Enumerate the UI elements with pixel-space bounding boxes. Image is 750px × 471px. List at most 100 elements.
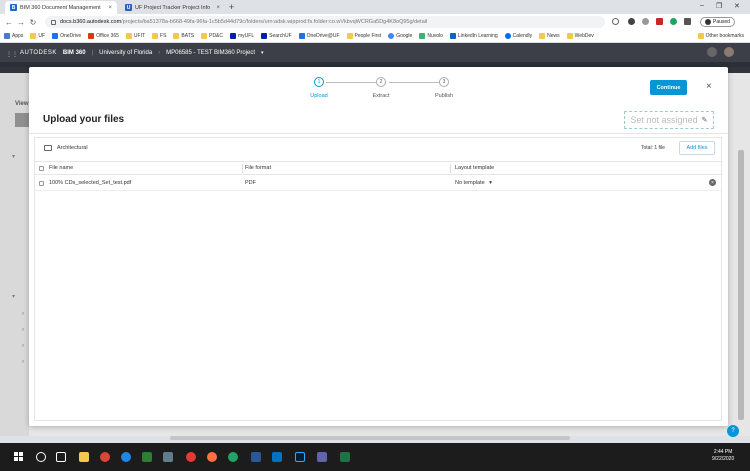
file-explorer-icon[interactable]	[79, 452, 89, 462]
step-publish[interactable]: 3	[439, 77, 449, 87]
folder-icon	[201, 33, 208, 39]
bookmark-item[interactable]: People First	[346, 33, 381, 39]
close-tab-icon[interactable]: ×	[216, 5, 220, 11]
excel-icon[interactable]	[340, 452, 350, 462]
table-row[interactable]: 100% CDs_selected_Set_test.pdf PDF No te…	[35, 176, 721, 191]
bookmark-item[interactable]: OneDrive@UF	[298, 33, 340, 39]
bookmark-item[interactable]: SearchUF	[261, 33, 292, 39]
edge-icon[interactable]	[121, 452, 131, 462]
tab-uf-tracker[interactable]: U UF Project Tracker Project Info ×	[120, 1, 225, 14]
task-view-icon[interactable]	[56, 452, 66, 462]
add-files-button[interactable]: Add files	[679, 141, 715, 155]
app-icon[interactable]	[142, 452, 152, 462]
step-extract-label: Extract	[372, 93, 390, 99]
folder-icon	[346, 33, 353, 39]
close-tab-icon[interactable]: ×	[108, 5, 112, 11]
apps-icon	[4, 33, 10, 39]
window-close-icon[interactable]: ✕	[734, 2, 740, 10]
org-name[interactable]: University of Florida	[99, 50, 152, 56]
teams-icon[interactable]	[317, 452, 327, 462]
upload-dialog: 1 2 3 Upload Extract Publish Continue × …	[29, 67, 728, 426]
reload-icon[interactable]: ↻	[27, 18, 39, 27]
system-clock[interactable]: 2:44 PM 9/22/2020	[712, 449, 734, 463]
grammarly-icon[interactable]	[670, 18, 677, 25]
lock-icon	[51, 19, 56, 25]
linkedin-icon	[449, 33, 456, 39]
close-icon[interactable]: ×	[706, 81, 712, 92]
avatar[interactable]	[724, 47, 734, 57]
grammarly-icon[interactable]	[228, 452, 238, 462]
app-grid-icon[interactable]: ⋮⋮	[6, 51, 18, 58]
bookmarks-bar: Apps UF OneDrive Office 365 UFIT FS BATS…	[0, 30, 750, 43]
autodesk-logo[interactable]: AUTODESK	[20, 50, 57, 56]
new-tab-button[interactable]: +	[229, 2, 234, 12]
help-assistant-button[interactable]: ?	[727, 425, 739, 437]
help-icon[interactable]	[707, 47, 717, 57]
tab-bim360[interactable]: B BIM 360 Document Management ×	[5, 1, 117, 14]
bookmark-item[interactable]: News	[539, 33, 560, 39]
other-bookmarks[interactable]: Other bookmarks	[697, 33, 744, 39]
bookmark-star-icon[interactable]	[612, 18, 619, 25]
bookmark-item[interactable]: Apps	[4, 33, 23, 39]
extension-icon[interactable]	[642, 18, 649, 25]
chrome-icon[interactable]	[100, 452, 110, 462]
pdf-extension-icon[interactable]	[656, 18, 663, 25]
windows-start-icon[interactable]	[14, 452, 24, 462]
continue-button[interactable]: Continue	[650, 80, 687, 95]
app-icon[interactable]	[163, 452, 173, 462]
step-extract[interactable]: 2	[376, 77, 386, 87]
bookmark-item[interactable]: LinkedIn Learning	[449, 33, 498, 39]
folder-row: Architectural Total: 1 file Add files	[35, 138, 721, 159]
folder-icon	[173, 33, 180, 39]
step-upload[interactable]: 1	[314, 77, 324, 87]
bookmark-item[interactable]: OneDrive	[52, 33, 81, 39]
layout-template-select[interactable]: No template ▾	[455, 180, 492, 186]
folder-name: Architectural	[57, 145, 88, 151]
folder-icon	[44, 145, 52, 151]
nuvolo-icon	[419, 33, 426, 39]
url-field[interactable]: docs.b360.autodesk.com/projects/ba51378a…	[45, 16, 605, 28]
firefox-icon[interactable]	[207, 452, 217, 462]
bookmark-item[interactable]: myUFL	[230, 33, 254, 39]
bookmark-item[interactable]: UFIT	[125, 33, 145, 39]
bookmark-item[interactable]: Google	[388, 33, 412, 39]
back-icon[interactable]: ←	[3, 18, 15, 27]
windows-taskbar: 2:44 PM 9/22/2020	[0, 443, 750, 471]
dialog-title: Upload your files	[43, 114, 125, 125]
bookmark-item[interactable]: Nuvolo	[419, 33, 443, 39]
bookmark-item[interactable]: Office 365	[88, 33, 119, 39]
url-host: docs.b360.autodesk.com	[60, 19, 122, 25]
bookmark-item[interactable]: WebDev	[566, 33, 594, 39]
puzzle-extensions-icon[interactable]	[684, 18, 691, 25]
maximize-icon[interactable]: ❐	[716, 2, 722, 10]
profile-button[interactable]: Paused	[700, 17, 735, 27]
minimize-icon[interactable]: –	[700, 2, 704, 9]
remove-file-icon[interactable]: ×	[709, 179, 716, 186]
search-icon[interactable]	[36, 452, 46, 462]
word-icon[interactable]	[251, 452, 261, 462]
horizontal-scrollbar[interactable]	[170, 436, 570, 440]
photoshop-icon[interactable]	[295, 452, 305, 462]
app-icon[interactable]	[186, 452, 196, 462]
bookmark-item[interactable]: FS	[152, 33, 166, 39]
column-header-layout-template[interactable]: Layout template	[455, 165, 494, 171]
row-checkbox[interactable]	[39, 181, 44, 186]
select-all-checkbox[interactable]	[39, 166, 44, 171]
outlook-icon[interactable]	[272, 452, 282, 462]
bookmark-item[interactable]: PD&C	[201, 33, 223, 39]
column-divider[interactable]	[450, 164, 451, 173]
set-assignment-field[interactable]: Set not assigned ✎	[624, 111, 714, 129]
pencil-icon[interactable]: ✎	[702, 116, 708, 124]
forward-icon[interactable]: →	[15, 18, 27, 27]
extension-icon[interactable]	[628, 18, 635, 25]
step-upload-label: Upload	[310, 93, 328, 99]
bookmark-item[interactable]: Calendly	[504, 33, 532, 39]
uf-favicon-icon: U	[125, 4, 132, 11]
column-divider[interactable]	[242, 164, 243, 173]
tab-title: BIM 360 Document Management	[20, 4, 101, 11]
column-header-file-format[interactable]: File format	[245, 165, 271, 171]
column-header-file-name[interactable]: File name	[49, 165, 73, 171]
project-selector[interactable]: MP06585 - TEST BIM360 Project	[166, 50, 255, 56]
bookmark-item[interactable]: BATS	[173, 33, 194, 39]
bookmark-item[interactable]: UF	[30, 33, 45, 39]
